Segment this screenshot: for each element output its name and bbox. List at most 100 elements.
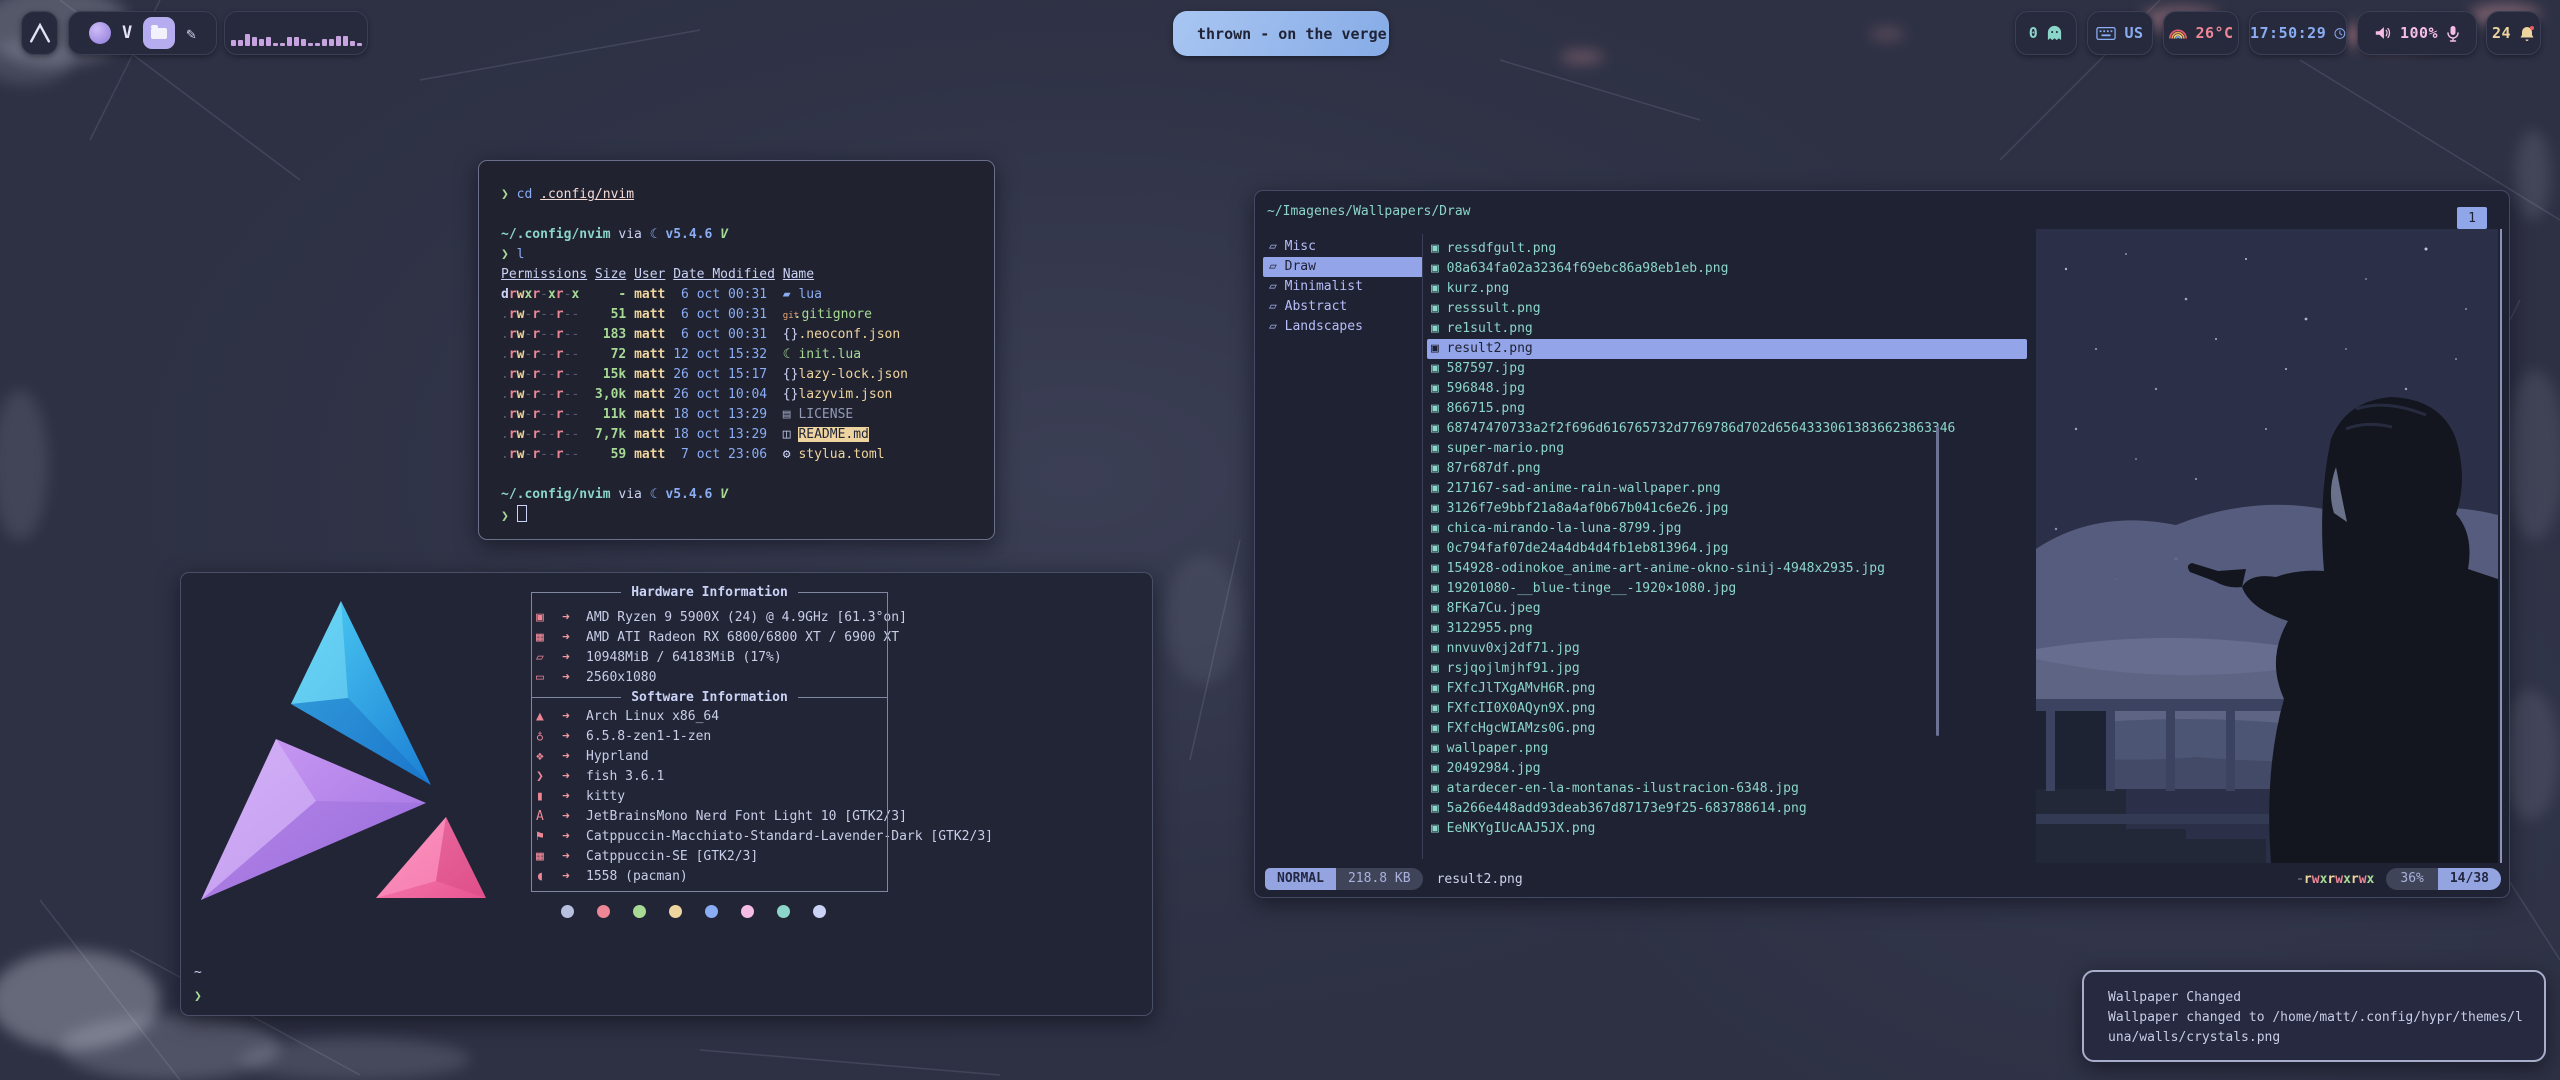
notification-title: Wallpaper Changed	[2108, 988, 2544, 1008]
keyboard-icon	[2096, 26, 2116, 41]
pane-divider	[1422, 234, 1423, 859]
os-icon: ▲	[536, 707, 562, 727]
image-file-icon: ▣	[1431, 399, 1447, 419]
audio-widget[interactable]: 100%	[2357, 11, 2477, 55]
color-picker-icon[interactable]: ✎	[186, 24, 196, 43]
updates-widget[interactable]: 0	[2015, 11, 2077, 55]
weather-widget[interactable]: 26°C	[2163, 11, 2239, 55]
file-name: 587597.jpg	[1447, 361, 1525, 376]
file-row[interactable]: ▣ 08a634fa02a32364f69ebc86a98eb1eb.png	[1427, 259, 2027, 279]
package-ghost-icon	[2046, 24, 2063, 42]
file-row[interactable]: ▣ 866715.png	[1427, 399, 2027, 419]
file-row[interactable]: ▣ EeNKYgIUcAAJ5JX.png	[1427, 819, 2027, 839]
table-row: drwxr-xr-x - matt 6 oct 00:31 ▰lua	[501, 285, 994, 305]
file-name: atardecer-en-la-montanas-ilustracion-634…	[1447, 781, 1799, 796]
file-row[interactable]: ▣ 5a266e448add93deab367d87173e9f25-68378…	[1427, 799, 2027, 819]
table-row: .rw-r--r-- 11k matt 18 oct 13:29 ▤LICENS…	[501, 405, 994, 425]
shell-prompt[interactable]: ❯	[194, 987, 202, 1007]
terminal-line	[501, 465, 994, 485]
visualizer-bar	[301, 39, 306, 46]
firefox-icon[interactable]	[89, 22, 111, 44]
visualizer-bar	[238, 40, 243, 46]
neovim-icon[interactable]: V	[122, 23, 132, 43]
json-icon: {}	[783, 385, 799, 405]
rainbow-icon	[2168, 26, 2188, 40]
fetch-item-value: AMD Ryzen 9 5900X (24) @ 4.9GHz [61.3°on…	[586, 608, 907, 628]
open-folder-icon: ▱	[1269, 317, 1285, 337]
app-launcher-button[interactable]	[21, 11, 58, 55]
kernel-icon: ♁	[536, 727, 562, 747]
file-name: kurz.png	[1447, 281, 1510, 296]
terminal-window[interactable]: ❯ cd .config/nvim ~/.config/nvim via ☾ v…	[478, 160, 995, 540]
fetch-item-value: Catppuccin-Macchiato-Standard-Lavender-D…	[586, 827, 993, 847]
lua-icon: ☾	[783, 345, 799, 365]
prompt-input[interactable]: ❯	[501, 505, 994, 525]
terminal-line	[501, 205, 994, 225]
cpu-icon: ▣	[536, 608, 562, 628]
file-name: ressdfgult.png	[1447, 241, 1557, 256]
terminal-icon: ▮	[536, 787, 562, 807]
file-name: 19201080-__blue-tinge__-1920×1080.jpg	[1447, 581, 1737, 596]
theme-icon: ⚑	[536, 827, 562, 847]
file-list-scrollbar[interactable]	[1936, 426, 1939, 736]
music-widget[interactable]: thrown - on the verge	[1173, 11, 1389, 56]
file-row[interactable]: ▣ 587597.jpg	[1427, 359, 2027, 379]
image-file-icon: ▣	[1431, 459, 1447, 479]
clock-widget[interactable]: 17:50:29	[2249, 11, 2347, 55]
file-row[interactable]: ▣ result2.png	[1427, 339, 2027, 359]
file-row[interactable]: ▣ kurz.png	[1427, 279, 2027, 299]
fetch-item-value: AMD ATI Radeon RX 6800/6800 XT / 6900 XT	[586, 628, 899, 648]
volume-level: 100%	[2400, 24, 2438, 42]
file-name: super-mario.png	[1447, 441, 1564, 456]
wm-icon: ❖	[536, 747, 562, 767]
arrow-icon: ➜	[562, 807, 586, 827]
image-file-icon: ▣	[1431, 699, 1447, 719]
text-cursor	[517, 505, 527, 522]
icons-icon: ▦	[536, 847, 562, 867]
image-file-icon: ▣	[1431, 319, 1447, 339]
preview-scrollbar[interactable]	[2500, 229, 2502, 863]
file-row[interactable]: ▣ resssult.png	[1427, 299, 2027, 319]
image-file-icon: ▣	[1431, 439, 1447, 459]
bell-icon	[2519, 25, 2535, 42]
keyboard-layout-widget[interactable]: US	[2087, 11, 2153, 55]
arrow-icon: ➜	[562, 847, 586, 867]
memory-icon: ▱	[536, 648, 562, 668]
fetch-item-value: JetBrainsMono Nerd Font Light 10 [GTK2/3…	[586, 807, 907, 827]
file-row[interactable]: ▣ re1sult.png	[1427, 319, 2027, 339]
notifications-widget[interactable]: 24	[2486, 11, 2541, 55]
sidebar-folder-minimalist[interactable]: ▱ Minimalist	[1263, 277, 1423, 297]
color-dot	[741, 905, 754, 918]
file-manager-window[interactable]: ~/Imagenes/Wallpapers/Draw 1 ▱ Misc▱ Dra…	[1254, 190, 2510, 898]
file-size-badge: 218.8 KB	[1336, 868, 1423, 890]
audio-visualizer[interactable]	[224, 11, 368, 55]
file-manager-icon-active[interactable]	[143, 17, 175, 49]
image-file-icon: ▣	[1431, 719, 1447, 739]
visualizer-bar	[294, 37, 299, 46]
file-name: 596848.jpg	[1447, 381, 1525, 396]
image-file-icon: ▣	[1431, 259, 1447, 279]
file-row[interactable]: ▣ atardecer-en-la-montanas-ilustracion-6…	[1427, 779, 2027, 799]
notification-popup[interactable]: Wallpaper Changed Wallpaper changed to /…	[2082, 970, 2546, 1062]
file-name: wallpaper.png	[1447, 741, 1549, 756]
image-preview	[2036, 229, 2498, 863]
file-row[interactable]: ▣ ressdfgult.png	[1427, 239, 2027, 259]
file-row[interactable]: ▣ 20492984.jpg	[1427, 759, 2027, 779]
file-name: nnvuv0xj2df71.jpg	[1447, 641, 1580, 656]
file-name: lazy-lock.json	[798, 367, 908, 382]
arrow-icon: ➜	[562, 747, 586, 767]
sidebar-folder-abstract[interactable]: ▱ Abstract	[1263, 297, 1423, 317]
sidebar-folder-draw[interactable]: ▱ Draw	[1263, 257, 1423, 277]
table-row: .rw-r--r-- 183 matt 6 oct 00:31 {}.neoco…	[501, 325, 994, 345]
arrow-icon: ➜	[562, 608, 586, 628]
file-name: README.md	[798, 427, 868, 442]
sidebar-folder-landscapes[interactable]: ▱ Landscapes	[1263, 317, 1423, 337]
temperature: 26°C	[2195, 24, 2233, 42]
file-name: init.lua	[798, 347, 861, 362]
file-row[interactable]: ▣ wallpaper.png	[1427, 739, 2027, 759]
sidebar-folder-misc[interactable]: ▱ Misc	[1263, 237, 1423, 257]
file-name: .neoconf.json	[798, 327, 900, 342]
fetch-item-cpu: ▣➜AMD Ryzen 9 5900X (24) @ 4.9GHz [61.3°…	[536, 608, 907, 628]
table-row: .rw-r--r-- 59 matt 7 oct 23:06 ⚙stylua.t…	[501, 445, 994, 465]
file-row[interactable]: ▣ 596848.jpg	[1427, 379, 2027, 399]
